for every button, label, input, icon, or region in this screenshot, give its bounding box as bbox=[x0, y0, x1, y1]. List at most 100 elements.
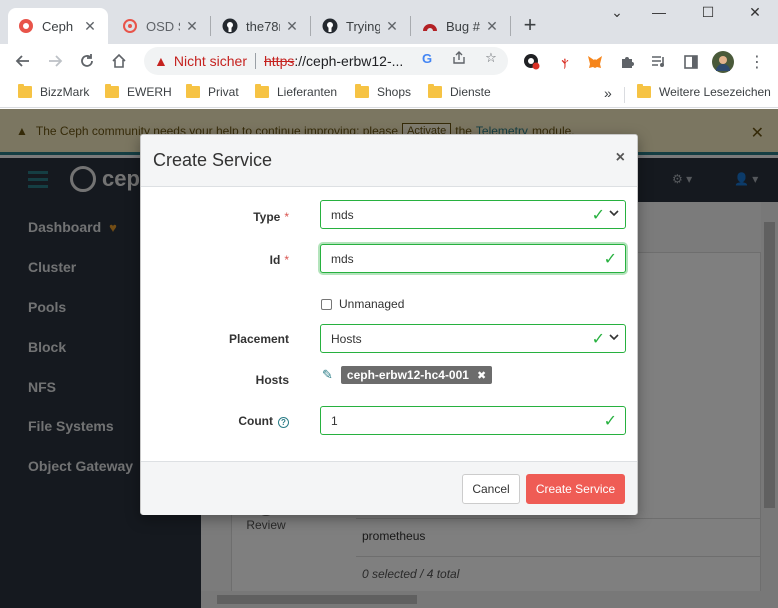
bookmark-separator bbox=[624, 87, 625, 103]
forward-arrow-icon[interactable] bbox=[43, 49, 67, 73]
close-icon[interactable]: ✕ bbox=[384, 18, 400, 35]
folder-icon bbox=[355, 84, 369, 98]
bookmark-folder[interactable]: EWERH bbox=[105, 84, 172, 99]
unmanaged-checkbox[interactable] bbox=[321, 298, 332, 310]
close-icon[interactable]: ✕ bbox=[484, 18, 500, 35]
extension-icon[interactable]: ⲯ bbox=[556, 53, 574, 71]
required-mark: * bbox=[284, 253, 289, 267]
bookmarks-overflow-button[interactable]: » bbox=[604, 85, 612, 101]
id-input[interactable]: mds ✓ bbox=[320, 244, 626, 273]
modal-title: Create Service bbox=[153, 150, 273, 170]
bookmark-label: EWERH bbox=[127, 85, 172, 99]
chevron-down-icon bbox=[609, 208, 619, 218]
create-service-button[interactable]: Create Service bbox=[526, 474, 625, 504]
placement-label: Placement bbox=[228, 332, 289, 346]
type-select[interactable]: mds ✓ bbox=[320, 200, 626, 229]
close-window-icon[interactable]: ✕ bbox=[740, 4, 770, 24]
chevron-down-icon[interactable]: ⌄ bbox=[602, 4, 632, 24]
tab-github-2[interactable]: Trying ✕ bbox=[312, 8, 410, 44]
bookmark-folder[interactable]: Lieferanten bbox=[255, 84, 338, 99]
new-tab-button[interactable]: + bbox=[518, 14, 542, 38]
bookmark-folder[interactable]: Privat bbox=[186, 84, 239, 99]
minimize-icon[interactable]: — bbox=[644, 4, 674, 24]
url-rest: ://ceph-erbw12-... bbox=[294, 53, 404, 69]
ceph-icon bbox=[18, 18, 34, 34]
redmine-icon bbox=[422, 18, 438, 34]
puzzle-icon[interactable] bbox=[618, 53, 636, 71]
media-queue-icon[interactable] bbox=[650, 53, 668, 71]
menu-dots-icon[interactable]: ⋮ bbox=[748, 53, 766, 71]
tab-separator bbox=[510, 16, 511, 36]
folder-icon bbox=[105, 84, 119, 98]
host-badge: ceph-erbw12-hc4-001 ✖ bbox=[340, 366, 493, 384]
reload-icon[interactable] bbox=[75, 49, 99, 73]
metamask-icon[interactable] bbox=[586, 53, 604, 71]
tab-separator bbox=[410, 16, 411, 36]
create-service-modal: Create Service × Type * mds ✓ Id * mds ✓ U… bbox=[140, 134, 638, 515]
folder-icon bbox=[186, 84, 200, 98]
close-icon[interactable]: ✕ bbox=[184, 18, 200, 35]
modal-header: Create Service × bbox=[141, 135, 637, 187]
unmanaged-checkbox-row[interactable]: Unmanaged bbox=[321, 297, 404, 311]
placement-value: Hosts bbox=[331, 331, 362, 346]
other-bookmarks[interactable]: Weitere Lesezeichen bbox=[637, 84, 771, 99]
bookmark-label: Weitere Lesezeichen bbox=[659, 85, 771, 99]
type-value: mds bbox=[331, 207, 354, 222]
google-icon[interactable]: G bbox=[419, 50, 435, 66]
folder-icon bbox=[255, 84, 269, 98]
security-label: Nicht sicher bbox=[173, 53, 247, 69]
placement-select[interactable]: Hosts ✓ bbox=[320, 324, 626, 353]
tab-ceph[interactable]: Ceph ✕ bbox=[8, 8, 108, 44]
avatar[interactable] bbox=[712, 51, 734, 73]
pencil-icon[interactable]: ✎ bbox=[322, 367, 333, 383]
star-icon[interactable]: ☆ bbox=[483, 50, 499, 66]
remove-icon[interactable]: ✖ bbox=[477, 369, 486, 382]
bookmark-folder[interactable]: Shops bbox=[355, 84, 412, 99]
close-icon[interactable]: ✕ bbox=[284, 18, 300, 35]
security-warning[interactable]: ▲ Nicht sicher bbox=[154, 53, 247, 69]
id-label: Id * bbox=[269, 253, 289, 267]
home-icon[interactable] bbox=[107, 49, 131, 73]
bookmark-label: Shops bbox=[377, 85, 412, 99]
side-panel-icon[interactable] bbox=[682, 53, 700, 71]
folder-icon bbox=[637, 84, 651, 98]
tab-separator bbox=[310, 16, 311, 36]
count-input[interactable]: 1 ✓ bbox=[320, 406, 626, 435]
url-text[interactable]: https://ceph-erbw12-... bbox=[264, 53, 412, 69]
maximize-icon[interactable]: ☐ bbox=[693, 4, 723, 24]
host-badge-label: ceph-erbw12-hc4-001 bbox=[346, 368, 469, 382]
tab-osd[interactable]: OSD Se ✕ bbox=[112, 8, 210, 44]
tab-title: OSD Se bbox=[146, 18, 180, 34]
hosts-label: Hosts bbox=[255, 373, 289, 387]
bookmark-folder[interactable]: BizzMark bbox=[18, 84, 89, 99]
ceph-icon bbox=[122, 18, 138, 34]
folder-icon bbox=[428, 84, 442, 98]
count-value: 1 bbox=[331, 413, 338, 428]
check-icon: ✓ bbox=[603, 251, 617, 268]
cancel-button[interactable]: Cancel bbox=[462, 474, 520, 504]
chevron-down-icon bbox=[609, 332, 619, 342]
share-icon[interactable] bbox=[451, 50, 467, 66]
bookmark-folder[interactable]: Dienste bbox=[428, 84, 491, 99]
modal-footer: Cancel Create Service bbox=[141, 461, 637, 515]
browser-toolbar: ▲ Nicht sicher https://ceph-erbw12-... G… bbox=[0, 44, 778, 78]
tab-title: Ceph bbox=[42, 18, 74, 34]
warning-icon: ▲ bbox=[154, 53, 168, 69]
url-scheme: https bbox=[264, 53, 295, 69]
github-icon bbox=[222, 18, 238, 34]
tab-bug[interactable]: Bug #1 ✕ bbox=[412, 8, 510, 44]
extension-badge-icon[interactable] bbox=[522, 52, 540, 70]
tab-github-1[interactable]: the78n ✕ bbox=[212, 8, 310, 44]
id-value: mds bbox=[331, 251, 354, 266]
github-icon bbox=[322, 18, 338, 34]
omnibox-separator bbox=[255, 53, 256, 69]
bookmarks-bar: BizzMark EWERH Privat Lieferanten Shops … bbox=[0, 78, 778, 108]
close-icon[interactable]: × bbox=[616, 149, 625, 167]
help-icon[interactable]: ? bbox=[278, 417, 289, 428]
required-mark: * bbox=[284, 210, 289, 224]
back-arrow-icon[interactable] bbox=[11, 49, 35, 73]
close-icon[interactable]: ✕ bbox=[82, 18, 98, 35]
tab-title: Trying bbox=[346, 18, 380, 34]
bookmark-label: Lieferanten bbox=[277, 85, 338, 99]
check-icon: ✓ bbox=[591, 207, 605, 224]
